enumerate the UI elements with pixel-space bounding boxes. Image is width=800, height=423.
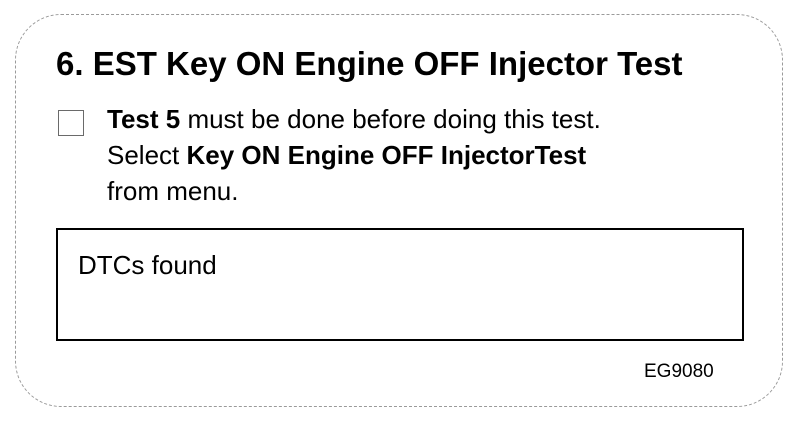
menu-item-name: Key ON Engine OFF InjectorTest (186, 140, 587, 170)
instruction-line-1: Test 5 must be done before doing this te… (107, 101, 601, 137)
prerequisite-note: must be done before doing this test. (180, 104, 601, 134)
instructions-text: Test 5 must be done before doing this te… (107, 101, 601, 209)
dtc-label: DTCs found (78, 250, 217, 280)
instruction-line-3: from menu. (107, 176, 239, 206)
instruction-line-2: Select Key ON Engine OFF InjectorTest (107, 137, 601, 173)
figure-id: EG9080 (644, 361, 714, 382)
completion-checkbox[interactable] (58, 110, 84, 136)
test-title: 6. EST Key ON Engine OFF Injector Test (56, 45, 683, 82)
dtc-entry-box[interactable] (56, 228, 744, 341)
select-prefix: Select (107, 140, 187, 170)
prerequisite-test-name: Test 5 (107, 104, 181, 134)
